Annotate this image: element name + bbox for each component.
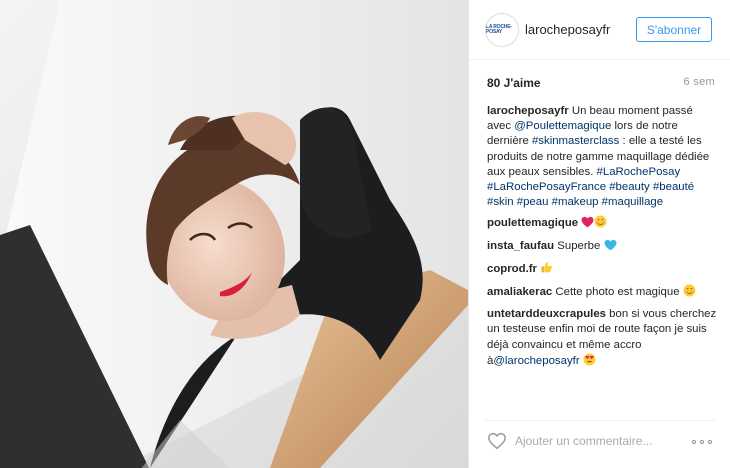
follow-button[interactable]: S'abonner: [636, 17, 712, 42]
hashtag-link[interactable]: #peau: [517, 196, 549, 208]
comment-username[interactable]: amaliakerac: [487, 286, 552, 298]
post-footer: [469, 420, 730, 468]
hashtag-link[interactable]: #LaRochePosayFrance: [487, 181, 606, 193]
comments-list: larocheposayfr Un beau moment passé avec…: [487, 104, 717, 367]
hashtag-link[interactable]: #LaRochePosay: [597, 166, 681, 178]
comment-username[interactable]: insta_faufau: [487, 240, 554, 252]
comment-item: amaliakerac Cette photo est magique: [487, 284, 717, 302]
brand-logo: LA ROCHE-POSAY: [486, 24, 512, 35]
comment-username[interactable]: larocheposayfr: [487, 105, 569, 117]
mention-link[interactable]: @larocheposayfr: [493, 355, 579, 367]
comment-text: Superbe: [554, 239, 604, 252]
smile-blush-emoji: [683, 284, 696, 302]
post-stats: 80 J'aime 6 sem: [485, 76, 715, 94]
hashtag-link[interactable]: #beauté: [653, 181, 694, 193]
comment-username[interactable]: poulettemagique: [487, 217, 578, 229]
footer-divider: [485, 420, 715, 421]
heart-outline-icon[interactable]: [487, 432, 507, 450]
comment-username[interactable]: untetarddeuxcrapules: [487, 308, 606, 320]
comment-item: untetarddeuxcrapules bon si vous cherche…: [487, 307, 717, 371]
post-sidebar: LA ROCHE-POSAY larocheposayfr S'abonner …: [468, 0, 730, 468]
comment-text: Cette photo est magique: [552, 286, 683, 299]
hashtag-link[interactable]: #maquillage: [602, 196, 663, 208]
heart-eyes-emoji: [583, 353, 596, 371]
hashtag-link[interactable]: #skinmasterclass: [532, 135, 619, 147]
post-header: LA ROCHE-POSAY larocheposayfr S'abonner: [469, 0, 730, 60]
heart-blue-emoji: [604, 239, 617, 256]
comment-input[interactable]: [515, 432, 675, 450]
photo-illustration: [0, 0, 468, 468]
likes-count[interactable]: 80 J'aime: [487, 76, 541, 90]
comment-item: larocheposayfr Un beau moment passé avec…: [487, 104, 717, 210]
mention-link[interactable]: @Poulettemagique: [514, 120, 611, 132]
hashtag-link[interactable]: #beauty: [609, 181, 650, 193]
comment-item: coprod.fr: [487, 261, 717, 279]
post-age[interactable]: 6 sem: [684, 76, 715, 88]
heart-red-emoji: [581, 216, 594, 233]
header-username[interactable]: larocheposayfr: [525, 22, 610, 37]
comment-item: insta_faufau Superbe: [487, 239, 717, 256]
hashtag-link[interactable]: #skin: [487, 196, 514, 208]
avatar[interactable]: LA ROCHE-POSAY: [485, 13, 519, 47]
post-photo[interactable]: [0, 0, 468, 468]
hashtag-link[interactable]: #makeup: [552, 196, 599, 208]
comment-username[interactable]: coprod.fr: [487, 263, 537, 275]
more-options-icon[interactable]: [691, 432, 715, 450]
thumbs-up-emoji: [540, 261, 553, 279]
smile-blush-emoji: [594, 215, 607, 233]
comment-item: poulettemagique: [487, 215, 717, 233]
